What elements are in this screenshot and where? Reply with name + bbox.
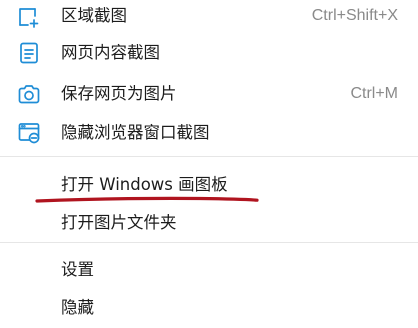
- menu-item-hide[interactable]: 隐藏: [0, 290, 418, 328]
- menu-separator: [0, 242, 418, 243]
- menu-item-label: 隐藏: [61, 298, 94, 317]
- menu-item-save-webpage-as-image[interactable]: 保存网页为图片 Ctrl+M: [0, 74, 418, 112]
- camera-icon: [17, 82, 41, 106]
- shortcut-label: Ctrl+M: [350, 85, 398, 102]
- menu-item-label: 区域截图: [61, 6, 127, 25]
- menu-item-hidden-browser-window-screenshot[interactable]: 隐藏浏览器窗口截图: [0, 113, 418, 151]
- hidden-browser-window-icon: [17, 121, 41, 145]
- screenshot-context-menu: 区域截图 Ctrl+Shift+X 网页内容截图 保存网页为图片 Ctrl+M: [0, 0, 418, 317]
- menu-item-label: 保存网页为图片: [61, 84, 177, 103]
- menu-item-label: 网页内容截图: [61, 43, 160, 62]
- menu-item-open-image-folder[interactable]: 打开图片文件夹: [0, 204, 418, 242]
- menu-item-label: 隐藏浏览器窗口截图: [61, 123, 210, 142]
- menu-item-webpage-content-screenshot[interactable]: 网页内容截图: [0, 34, 418, 72]
- menu-item-settings[interactable]: 设置: [0, 252, 418, 290]
- menu-item-label: 打开 Windows 画图板: [61, 175, 228, 194]
- region-screenshot-icon: [17, 5, 41, 29]
- menu-separator: [0, 156, 418, 157]
- menu-item-label: 打开图片文件夹: [61, 213, 177, 232]
- webpage-content-icon: [17, 41, 41, 65]
- shortcut-label: Ctrl+Shift+X: [311, 7, 398, 24]
- menu-item-open-windows-paint[interactable]: 打开 Windows 画图板: [0, 164, 418, 202]
- menu-item-region-screenshot[interactable]: 区域截图 Ctrl+Shift+X: [0, 0, 418, 38]
- menu-item-label: 设置: [61, 260, 94, 279]
